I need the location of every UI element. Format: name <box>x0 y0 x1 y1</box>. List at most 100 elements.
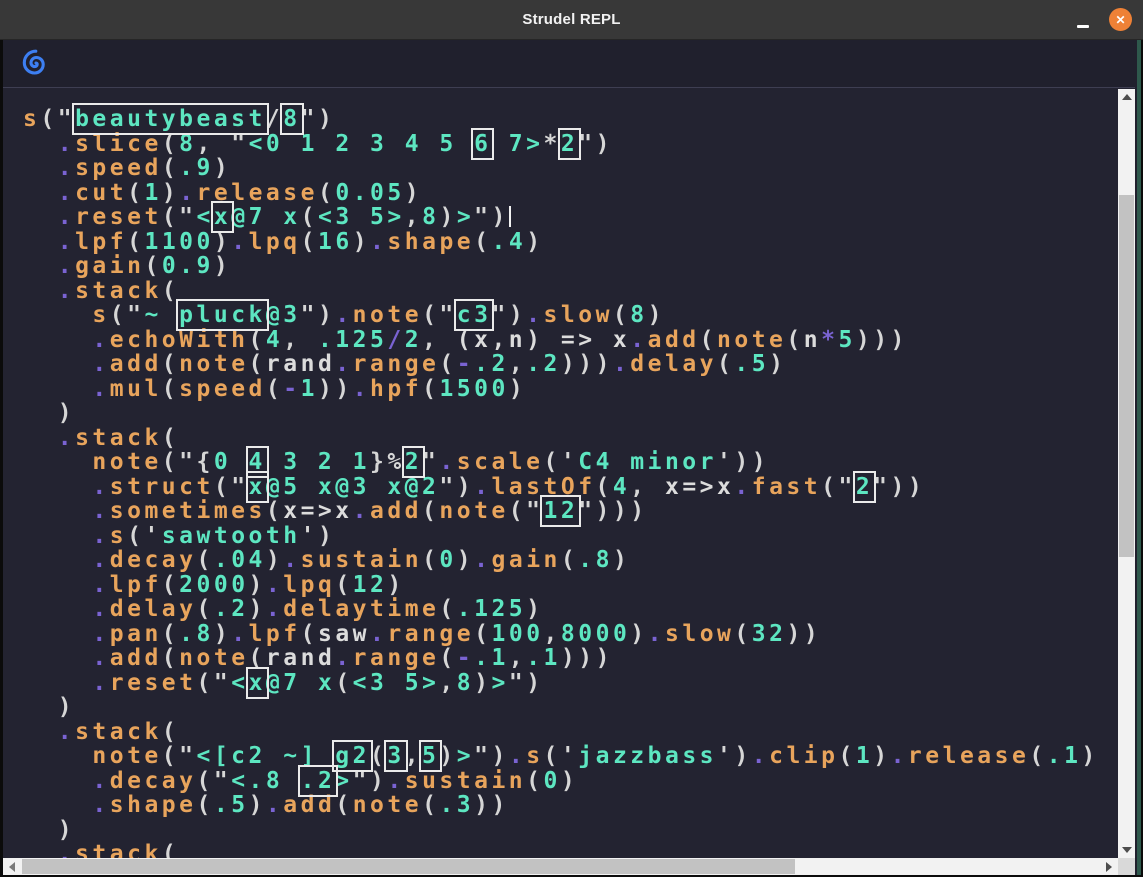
code-area[interactable]: s("beautybeast/8") .slice(8, "<0 1 2 3 4… <box>3 89 1118 858</box>
code-token <box>23 474 92 500</box>
code-token: 1 <box>144 180 161 206</box>
code-token: 1100 <box>144 229 213 255</box>
code-line[interactable]: .decay(.04).sustain(0).gain(.8) <box>23 548 1118 573</box>
code-token: . <box>58 841 75 858</box>
code-token: slow <box>544 302 613 328</box>
code-token <box>23 204 58 230</box>
code-line[interactable]: .lpf(1100).lpq(16).shape(.4) <box>23 230 1118 255</box>
strudel-spiral-logo[interactable] <box>22 49 50 77</box>
code-line[interactable]: s("~ pluck@3").note("c3").slow(8) <box>23 303 1118 328</box>
code-token: .2 <box>526 351 561 377</box>
code-line[interactable]: .stack( <box>23 279 1118 304</box>
code-token: 0.05 <box>335 180 404 206</box>
minimize-button[interactable] <box>1072 14 1094 30</box>
code-token: . <box>734 474 751 500</box>
code-line[interactable]: ) <box>23 695 1118 720</box>
code-token <box>23 449 92 475</box>
code-token: . <box>630 327 647 353</box>
code-line[interactable]: .echoWith(4, .125/2, (x,n) => x.add(note… <box>23 328 1118 353</box>
code-token: . <box>370 229 387 255</box>
code-token: ( <box>734 621 751 647</box>
code-token: ") <box>509 670 544 696</box>
code-token: , <box>509 645 526 671</box>
code-token: speed <box>179 376 266 402</box>
code-token: 2 <box>405 327 422 353</box>
code-token: struct <box>110 474 214 500</box>
code-line[interactable]: ) <box>23 818 1118 843</box>
code-line[interactable]: .lpf(2000).lpq(12) <box>23 573 1118 598</box>
code-token: > <box>335 768 352 794</box>
active-token: 3 <box>387 743 404 769</box>
code-token: fast <box>752 474 821 500</box>
code-token: ( <box>162 425 179 451</box>
code-token: 0 <box>544 768 561 794</box>
active-token: c3 <box>457 302 492 328</box>
vertical-scrollbar-thumb[interactable] <box>1119 195 1134 557</box>
code-token: ( <box>249 327 266 353</box>
code-line[interactable]: .add(note(rand.range(-.2,.2))).delay(.5) <box>23 352 1118 377</box>
code-line[interactable]: .cut(1).release(0.05) <box>23 181 1118 206</box>
code-token: ) <box>249 572 266 598</box>
code-line[interactable]: .stack( <box>23 426 1118 451</box>
code-line[interactable]: .sometimes(x=>x.add(note("12"))) <box>23 499 1118 524</box>
scroll-down-arrow-icon[interactable] <box>1122 847 1132 853</box>
code-token: . <box>335 645 352 671</box>
code-token: )) <box>786 621 821 647</box>
code-token: C4 minor <box>578 449 717 475</box>
code-token: , <box>422 327 457 353</box>
close-button[interactable]: ✕ <box>1109 8 1132 31</box>
code-line[interactable]: .stack( <box>23 720 1118 745</box>
code-line[interactable]: .mul(speed(-1)).hpf(1500) <box>23 377 1118 402</box>
code-token: ( <box>162 155 179 181</box>
code-line[interactable]: .gain(0.9) <box>23 254 1118 279</box>
code-line[interactable]: .s('sawtooth') <box>23 524 1118 549</box>
code-token: < <box>197 204 214 230</box>
code-token: <0 1 2 3 4 5 <box>249 131 475 157</box>
code-token: .125 <box>318 327 387 353</box>
code-token: x=>x <box>665 474 734 500</box>
code-line[interactable]: .delay(.2).delaytime(.125) <box>23 597 1118 622</box>
code-token: slow <box>665 621 734 647</box>
code-token: ( <box>162 645 179 671</box>
code-line[interactable]: .reset("<x@7 x(<3 5>,8)>") <box>23 205 1118 230</box>
code-line[interactable]: .slice(8, "<0 1 2 3 4 5 6 7>*2") <box>23 132 1118 157</box>
vertical-scrollbar[interactable] <box>1118 89 1135 858</box>
code-line[interactable]: .add(note(rand.range(-.1,.1))) <box>23 646 1118 671</box>
code-line[interactable]: note("<[c2 ~] g2(3,5)>").s('jazzbass').c… <box>23 744 1118 769</box>
code-token: ( <box>318 180 335 206</box>
code-token: ) <box>474 670 491 696</box>
code-line[interactable]: note("{0 4 3 2 1}%2".scale('C4 minor')) <box>23 450 1118 475</box>
code-token: ) <box>266 547 283 573</box>
code-line[interactable]: s("beautybeast/8") <box>23 107 1118 132</box>
code-line[interactable]: .stack( <box>23 842 1118 858</box>
code-token: * <box>821 327 838 353</box>
code-token: . <box>335 302 352 328</box>
code-token: reset <box>75 204 162 230</box>
horizontal-scrollbar-thumb[interactable] <box>22 859 795 874</box>
code-token: . <box>92 670 109 696</box>
code-token: ( <box>335 572 352 598</box>
code-line[interactable]: .reset("<x@7 x(<3 5>,8)>") <box>23 671 1118 696</box>
code-token: ) <box>353 229 370 255</box>
code-line[interactable]: ) <box>23 401 1118 426</box>
code-token: note <box>179 645 248 671</box>
titlebar[interactable]: Strudel REPL ✕ <box>0 0 1143 40</box>
code-token: ( <box>335 792 352 818</box>
code-token: stack <box>75 425 162 451</box>
code-line[interactable]: .struct("x@5 x@3 x@2").lastOf(4, x=>x.fa… <box>23 475 1118 500</box>
horizontal-scrollbar[interactable] <box>3 858 1118 875</box>
code-editor[interactable]: s("beautybeast/8") .slice(8, "<0 1 2 3 4… <box>3 89 1118 858</box>
window-title: Strudel REPL <box>522 11 620 28</box>
code-token <box>23 523 92 549</box>
scrollbar-corner <box>1118 858 1135 875</box>
scroll-left-arrow-icon[interactable] <box>9 862 15 872</box>
code-line[interactable]: .pan(.8).lpf(saw.range(100,8000).slow(32… <box>23 622 1118 647</box>
code-token: ") <box>439 474 474 500</box>
code-line[interactable]: .decay("<.8 .2>").sustain(0) <box>23 769 1118 794</box>
code-line[interactable]: .shape(.5).add(note(.3)) <box>23 793 1118 818</box>
scroll-right-arrow-icon[interactable] <box>1106 862 1112 872</box>
scroll-up-arrow-icon[interactable] <box>1122 94 1132 100</box>
code-line[interactable]: .speed(.9) <box>23 156 1118 181</box>
code-token: . <box>509 743 526 769</box>
code-token: ) <box>249 596 266 622</box>
